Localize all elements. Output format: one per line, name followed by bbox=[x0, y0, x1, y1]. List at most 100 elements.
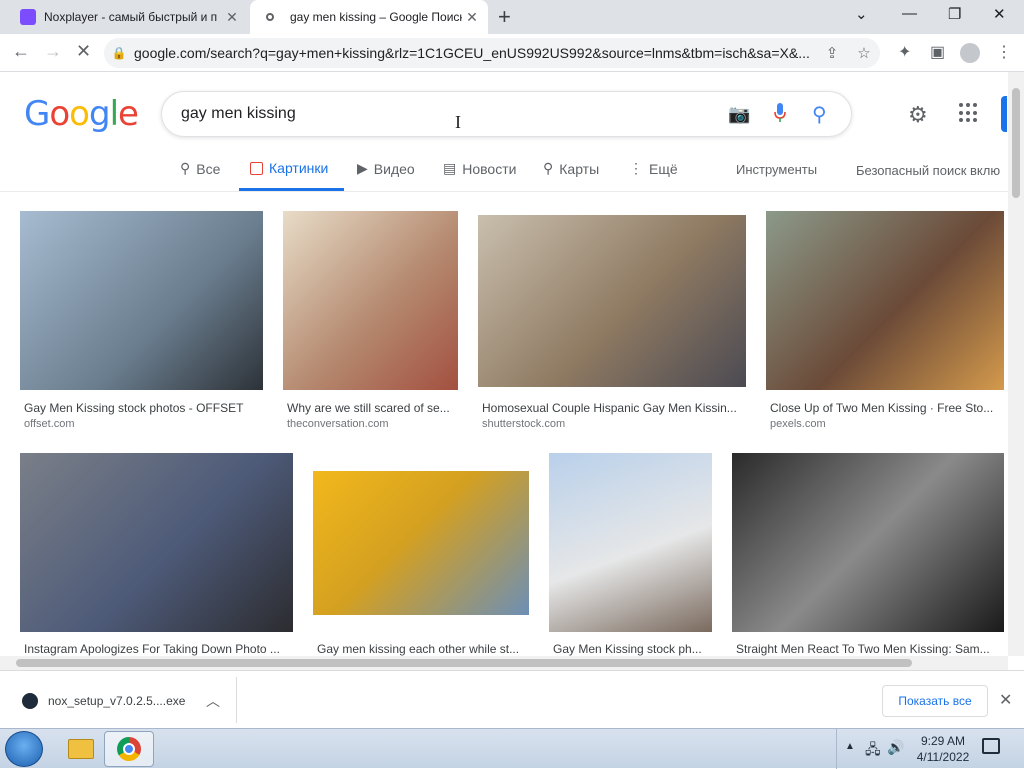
sign-in-button[interactable] bbox=[1001, 96, 1007, 132]
result-source[interactable]: offset.com bbox=[24, 418, 75, 430]
result-thumbnail[interactable] bbox=[20, 453, 293, 632]
tab-google-search[interactable]: gay men kissing – Google Поиск ✕ bbox=[250, 0, 488, 34]
start-button[interactable] bbox=[5, 731, 43, 767]
result-caption[interactable]: Gay Men Kissing stock photos - OFFSET bbox=[24, 401, 260, 415]
tab-news[interactable]: ▤ Новости bbox=[443, 160, 516, 177]
show-all-downloads-button[interactable]: Показать все bbox=[882, 685, 988, 717]
chrome-taskbar-button[interactable] bbox=[104, 731, 154, 767]
tab-label: Ещё bbox=[649, 160, 678, 177]
divider bbox=[236, 677, 237, 723]
tab-more[interactable]: ⋮ Ещё bbox=[629, 160, 678, 177]
search-icon[interactable]: ⚲ bbox=[812, 102, 827, 127]
image-result[interactable]: Why are we still scared of se... theconv… bbox=[283, 211, 458, 436]
volume-icon[interactable]: 🔊 bbox=[887, 739, 904, 756]
result-caption[interactable]: Instagram Apologizes For Taking Down Pho… bbox=[24, 642, 290, 656]
image-result[interactable]: Close Up of Two Men Kissing · Free Sto..… bbox=[766, 211, 1004, 436]
google-apps-grid-icon[interactable] bbox=[959, 103, 979, 123]
result-thumbnail[interactable] bbox=[549, 453, 712, 632]
scrollbar-thumb[interactable] bbox=[16, 659, 912, 667]
new-tab-button[interactable]: + bbox=[498, 4, 511, 30]
microphone-icon[interactable] bbox=[774, 103, 786, 123]
camera-search-icon[interactable]: 📷 bbox=[728, 104, 750, 125]
result-thumbnail[interactable] bbox=[283, 211, 458, 390]
result-source[interactable]: theconversation.com bbox=[287, 418, 389, 430]
file-explorer-button[interactable] bbox=[56, 731, 106, 767]
result-caption[interactable]: Homosexual Couple Hispanic Gay Men Kissi… bbox=[482, 401, 746, 415]
result-thumbnail[interactable] bbox=[766, 211, 1004, 390]
horizontal-scrollbar[interactable] bbox=[0, 656, 1008, 670]
nox-favicon-icon bbox=[20, 9, 36, 25]
tab-search-chevron-icon[interactable]: ⌄ bbox=[855, 5, 868, 23]
result-caption[interactable]: Close Up of Two Men Kissing · Free Sto..… bbox=[770, 401, 1000, 415]
safesearch-toggle[interactable]: Безопасный поиск вклю bbox=[856, 163, 1006, 178]
close-window-button[interactable]: ✕ bbox=[993, 5, 1006, 23]
profile-avatar-icon[interactable] bbox=[960, 43, 980, 63]
network-icon[interactable]: 🖧 bbox=[865, 739, 881, 763]
minimize-button[interactable]: — bbox=[902, 5, 917, 22]
image-result[interactable]: Gay Men Kissing stock ph... bbox=[549, 453, 712, 656]
windows-taskbar: ▲ 🖧 🔊 9:29 AM 4/11/2022 bbox=[0, 728, 1024, 769]
forward-arrow-icon[interactable]: → bbox=[44, 41, 62, 62]
logo-letter: g bbox=[88, 94, 111, 134]
notifications-icon[interactable] bbox=[982, 738, 1000, 754]
image-result[interactable]: Instagram Apologizes For Taking Down Pho… bbox=[20, 453, 293, 656]
tab-images[interactable]: Картинки bbox=[250, 160, 328, 176]
text-cursor-icon: I bbox=[455, 112, 461, 132]
image-result[interactable]: Straight Men React To Two Men Kissing: S… bbox=[732, 453, 1004, 656]
tab-title: Noxplayer - самый быстрый и п bbox=[44, 10, 218, 24]
google-logo-letters: Google bbox=[24, 94, 139, 134]
back-arrow-icon[interactable]: ← bbox=[12, 41, 30, 62]
clock[interactable]: 9:29 AM 4/11/2022 bbox=[906, 733, 980, 765]
result-caption[interactable]: Straight Men React To Two Men Kissing: S… bbox=[736, 642, 1004, 656]
extensions-puzzle-icon[interactable]: ✦ bbox=[898, 42, 911, 62]
logo-letter: o bbox=[49, 94, 70, 134]
result-caption[interactable]: Why are we still scared of se... bbox=[287, 401, 459, 415]
tab-label: Картинки bbox=[269, 160, 329, 176]
result-source[interactable]: pexels.com bbox=[770, 418, 826, 430]
result-caption[interactable]: Gay Men Kissing stock ph... bbox=[553, 642, 711, 656]
url-text[interactable]: google.com/search?q=gay+men+kissing&rlz=… bbox=[134, 45, 816, 61]
result-thumbnail[interactable] bbox=[732, 453, 1004, 632]
result-thumbnail[interactable] bbox=[313, 471, 529, 615]
image-result[interactable]: Gay men kissing each other while st... bbox=[313, 453, 529, 656]
tools-button[interactable]: Инструменты bbox=[736, 162, 817, 177]
result-caption[interactable]: Gay men kissing each other while st... bbox=[317, 642, 527, 656]
tab-video[interactable]: ▶ Видео bbox=[357, 160, 415, 177]
image-result[interactable]: Gay Men Kissing stock photos - OFFSET of… bbox=[20, 211, 263, 436]
browser-menu-icon[interactable]: ⋮ bbox=[996, 42, 1012, 62]
tab-label: Новости bbox=[462, 160, 517, 177]
tab-close-icon[interactable]: ✕ bbox=[462, 9, 482, 26]
share-icon[interactable]: ⇪ bbox=[816, 44, 848, 62]
tab-label: Видео bbox=[373, 160, 415, 177]
lock-icon[interactable]: 🔒 bbox=[104, 46, 134, 60]
tray-expand-icon[interactable]: ▲ bbox=[845, 741, 855, 752]
google-logo[interactable]: Google bbox=[24, 94, 139, 134]
result-source[interactable]: shutterstock.com bbox=[482, 418, 565, 430]
tab-noxplayer[interactable]: Noxplayer - самый быстрый и п ✕ bbox=[8, 0, 248, 34]
tab-close-icon[interactable]: ✕ bbox=[222, 9, 242, 26]
chevron-up-icon[interactable]: ︿ bbox=[206, 691, 220, 711]
stop-loading-icon[interactable]: ✕ bbox=[76, 41, 91, 62]
settings-gear-icon[interactable]: ⚙ bbox=[908, 102, 928, 128]
search-input[interactable]: gay men kissing bbox=[181, 105, 296, 123]
maximize-button[interactable]: ❐ bbox=[948, 5, 961, 23]
tab-all[interactable]: ⚲ Все bbox=[180, 160, 220, 177]
video-icon: ▶ bbox=[357, 160, 368, 176]
result-thumbnail[interactable] bbox=[478, 215, 746, 387]
logo-letter: e bbox=[118, 94, 139, 134]
download-item[interactable]: nox_setup_v7.0.2.5....exe bbox=[22, 693, 185, 709]
vertical-scrollbar[interactable] bbox=[1008, 72, 1024, 656]
tab-title: gay men kissing – Google Поиск bbox=[290, 10, 462, 24]
scrollbar-thumb[interactable] bbox=[1012, 88, 1020, 198]
address-bar[interactable]: 🔒 google.com/search?q=gay+men+kissing&rl… bbox=[104, 38, 880, 68]
close-icon[interactable]: ✕ bbox=[999, 690, 1012, 710]
image-result[interactable]: Homosexual Couple Hispanic Gay Men Kissi… bbox=[478, 211, 746, 436]
bookmark-star-icon[interactable]: ☆ bbox=[848, 44, 880, 62]
result-thumbnail[interactable] bbox=[20, 211, 263, 390]
browser-toolbar: ← → ✕ 🔒 google.com/search?q=gay+men+kiss… bbox=[0, 34, 1024, 72]
side-panel-icon[interactable]: ▣ bbox=[930, 42, 945, 62]
search-box[interactable]: gay men kissing 📷 ⚲ bbox=[161, 91, 852, 137]
tab-maps[interactable]: ⚲ Карты bbox=[543, 160, 599, 177]
download-filename[interactable]: nox_setup_v7.0.2.5....exe bbox=[48, 694, 185, 708]
logo-letter: o bbox=[69, 94, 90, 134]
